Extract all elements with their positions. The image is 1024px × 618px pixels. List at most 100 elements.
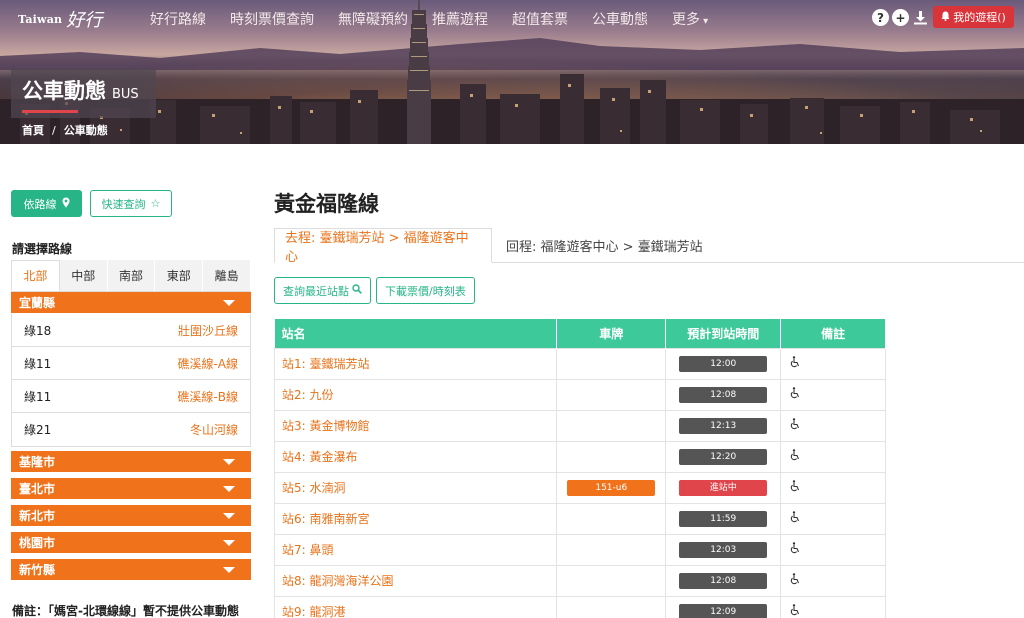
by-route-button[interactable]: 依路線	[11, 190, 82, 217]
plate-cell	[556, 440, 667, 473]
help-icon[interactable]: ?	[872, 9, 889, 26]
table-row: 站2: 九份 12:08	[273, 378, 886, 411]
nav-item-bus-status[interactable]: 公車動態	[592, 9, 648, 29]
caret-down-icon	[223, 539, 235, 546]
eta-cell: 12:20	[665, 440, 782, 473]
route-name: 礁溪線-A線	[177, 356, 238, 371]
nav-item-passes[interactable]: 超值套票	[512, 9, 568, 29]
direction-tabs: 去程: 臺鐵瑞芳站 > 福隆遊客中心 回程: 福隆遊客中心 > 臺鐵瑞芳站	[274, 228, 1024, 265]
stop-name[interactable]: 站9: 龍洞港	[273, 595, 558, 618]
nav-item-more[interactable]: 更多	[672, 9, 708, 29]
wheelchair-icon	[789, 418, 801, 433]
plate-cell	[556, 409, 667, 442]
county-label: 新竹縣	[19, 563, 56, 577]
tab-south[interactable]: 南部	[107, 260, 156, 291]
route-item[interactable]: 綠18 壯圍沙丘線	[12, 314, 250, 347]
eta-badge: 12:03	[679, 542, 768, 558]
county-taipei[interactable]: 臺北市	[11, 478, 251, 499]
county-hsinchu[interactable]: 新竹縣	[11, 559, 251, 580]
note-cell	[780, 378, 886, 411]
stop-name[interactable]: 站4: 黃金瀑布	[273, 440, 558, 473]
county-new-taipei[interactable]: 新北市	[11, 505, 251, 526]
nearby-stop-button[interactable]: 查詢最近站點	[274, 277, 371, 304]
breadcrumb-separator: /	[52, 124, 56, 137]
plate-cell	[556, 564, 667, 597]
note-cell	[780, 533, 886, 566]
select-route-title: 請選擇路線	[12, 242, 73, 256]
table-row: 站5: 水湳洞 151-u6 進站中	[273, 471, 886, 504]
breadcrumb: 首頁 / 公車動態	[22, 122, 108, 138]
stop-name[interactable]: 站7: 鼻頭	[273, 533, 558, 566]
plate-badge: 151-u6	[567, 480, 656, 496]
eta-cell: 11:59	[665, 502, 782, 535]
wheelchair-icon	[789, 573, 801, 588]
toolbar: 查詢最近站點 下載票價/時刻表	[274, 277, 475, 304]
route-number: 綠18	[24, 323, 52, 338]
sidebar-mode-tabs: 依路線 快速查詢 ☆	[11, 190, 172, 217]
stop-table: 站名 車牌 預計到站時間 備註 站1: 臺鐵瑞芳站 12:00 站2: 九份 12:0…	[273, 319, 886, 618]
county-label: 基隆市	[19, 455, 56, 469]
note-cell	[780, 409, 886, 442]
breadcrumb-home[interactable]: 首頁	[22, 124, 44, 137]
wheelchair-icon	[789, 480, 801, 495]
my-trip-button[interactable]: 我的遊程()	[933, 6, 1014, 28]
plate-cell	[556, 502, 667, 535]
table-header-row: 站名 車牌 預計到站時間 備註	[274, 319, 886, 348]
county-taoyuan[interactable]: 桃園市	[11, 532, 251, 553]
stop-name[interactable]: 站5: 水湳洞	[273, 471, 558, 504]
caret-down-icon	[223, 512, 235, 519]
eta-cell: 12:00	[665, 347, 782, 380]
wheelchair-icon	[789, 542, 801, 557]
nearby-stop-label: 查詢最近站點	[283, 284, 349, 298]
map-pin-icon	[62, 197, 70, 211]
nav-item-accessible[interactable]: 無障礙預約	[338, 9, 408, 29]
sidebar-note: 備註：「媽宮-北環線線」暫不提供公車動態	[12, 604, 239, 618]
stop-name[interactable]: 站2: 九份	[273, 378, 558, 411]
route-name: 壯圍沙丘線	[177, 323, 238, 338]
logo-text-script: 好行	[66, 10, 103, 31]
stop-name[interactable]: 站3: 黃金博物館	[273, 409, 558, 442]
download-timetable-button[interactable]: 下載票價/時刻表	[376, 277, 475, 304]
tab-return[interactable]: 回程: 福隆遊客中心 > 臺鐵瑞芳站	[496, 228, 713, 263]
nav-icon-group: ? +	[872, 9, 929, 26]
eta-cell: 12:09	[665, 595, 782, 618]
tab-central[interactable]: 中部	[59, 260, 108, 291]
county-label: 宜蘭縣	[19, 296, 56, 310]
route-item[interactable]: 綠11 礁溪線-B線	[12, 380, 250, 413]
route-name: 礁溪線-B線	[177, 389, 238, 404]
plate-cell	[556, 378, 667, 411]
county-yilan[interactable]: 宜蘭縣	[11, 292, 251, 313]
nav-item-routes[interactable]: 好行路線	[150, 9, 206, 29]
eta-cell: 12:03	[665, 533, 782, 566]
route-name: 冬山河線	[189, 423, 238, 437]
tab-east[interactable]: 東部	[155, 260, 204, 291]
tab-north[interactable]: 北部	[11, 260, 60, 291]
stop-name[interactable]: 站8: 龍洞灣海洋公園	[273, 564, 558, 597]
nav-item-timetable[interactable]: 時刻票價查詢	[230, 9, 314, 29]
caret-down-icon	[223, 485, 235, 492]
my-trip-label: 我的遊程()	[953, 11, 1006, 24]
stop-name[interactable]: 站6: 南雅南新宮	[273, 502, 558, 535]
route-item[interactable]: 綠11 礁溪線-A線	[12, 347, 250, 380]
caret-down-icon	[223, 566, 235, 573]
route-item[interactable]: 綠21 冬山河線	[12, 413, 250, 446]
eta-badge: 12:08	[679, 573, 768, 589]
table-row: 站6: 南雅南新宮 11:59	[273, 502, 886, 535]
breadcrumb-current: 公車動態	[63, 124, 108, 137]
quick-search-button[interactable]: 快速查詢 ☆	[90, 190, 172, 217]
page-title-en: BUS	[112, 87, 139, 102]
nav-item-recommended[interactable]: 推薦遊程	[432, 9, 488, 29]
brand-logo[interactable]: Taiwan 好行	[18, 6, 102, 32]
tab-islands[interactable]: 離島	[203, 260, 251, 291]
star-icon: ☆	[150, 197, 161, 210]
download-icon[interactable]	[912, 9, 929, 26]
note-cell	[780, 471, 886, 504]
plus-icon[interactable]: +	[892, 9, 909, 26]
stop-name[interactable]: 站1: 臺鐵瑞芳站	[273, 347, 558, 380]
tab-outbound[interactable]: 去程: 臺鐵瑞芳站 > 福隆遊客中心	[274, 228, 492, 265]
county-keelung[interactable]: 基隆市	[11, 451, 251, 472]
download-timetable-label: 下載票價/時刻表	[385, 284, 466, 298]
eta-badge: 12:13	[679, 418, 768, 434]
wheelchair-icon	[789, 356, 801, 371]
eta-cell: 進站中	[665, 471, 782, 504]
